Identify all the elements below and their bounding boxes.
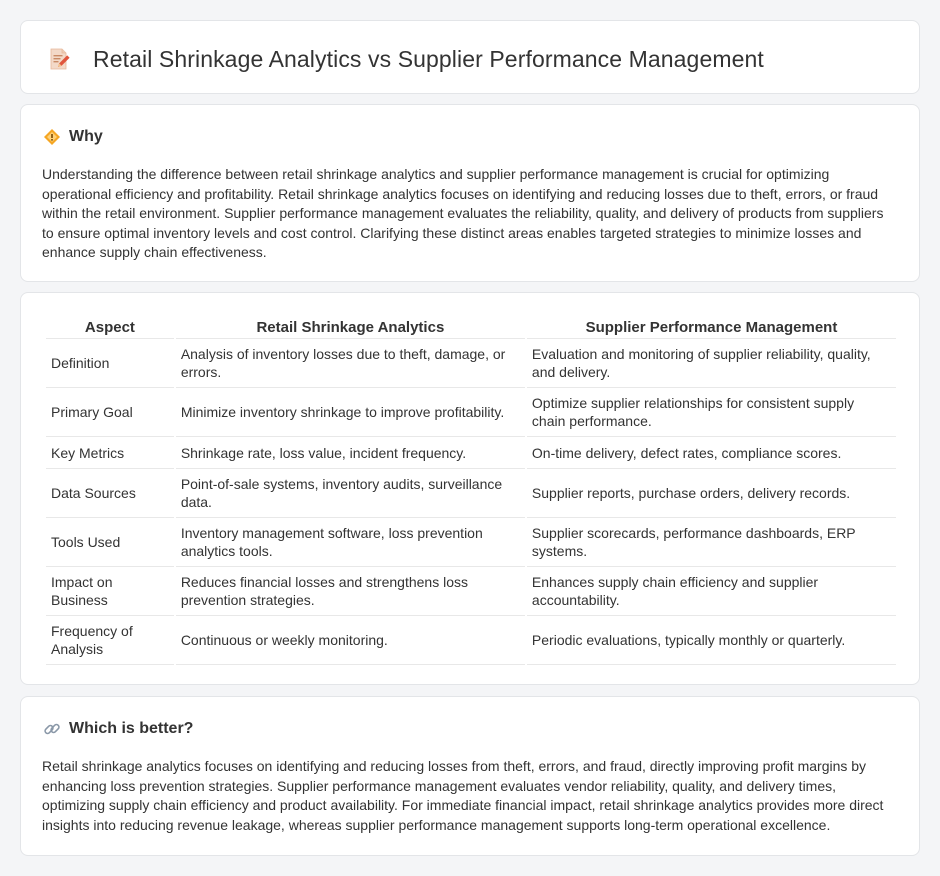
- diamond-warning-icon: [43, 128, 61, 146]
- row-aspect: Frequency of Analysis: [46, 616, 174, 665]
- table-row: Primary Goal Minimize inventory shrinkag…: [46, 388, 896, 437]
- row-aspect: Primary Goal: [46, 388, 174, 437]
- row-aspect: Impact on Business: [46, 567, 174, 616]
- document-pencil-icon: [47, 47, 71, 71]
- why-section: Why Understanding the difference between…: [20, 104, 920, 282]
- row-retail-value: Continuous or weekly monitoring.: [175, 616, 525, 665]
- row-supplier-value: Optimize supplier relationships for cons…: [526, 388, 896, 437]
- row-retail-value: Inventory management software, loss prev…: [175, 518, 525, 567]
- why-text: Understanding the difference between ret…: [42, 166, 884, 261]
- table-row: Key Metrics Shrinkage rate, loss value, …: [46, 437, 896, 469]
- table-row: Data Sources Point-of-sale systems, inve…: [46, 469, 896, 518]
- row-aspect: Key Metrics: [46, 437, 174, 469]
- comparison-table: Aspect Retail Shrinkage Analytics Suppli…: [44, 315, 898, 665]
- row-supplier-value: On-time delivery, defect rates, complian…: [526, 437, 896, 469]
- table-row: Tools Used Inventory management software…: [46, 518, 896, 567]
- comparison-section: Aspect Retail Shrinkage Analytics Suppli…: [20, 292, 920, 685]
- better-heading: Which is better?: [43, 719, 193, 739]
- row-supplier-value: Supplier scorecards, performance dashboa…: [526, 518, 896, 567]
- row-retail-value: Reduces financial losses and strengthens…: [175, 567, 525, 616]
- row-aspect: Data Sources: [46, 469, 174, 518]
- title-row: Retail Shrinkage Analytics vs Supplier P…: [47, 46, 764, 72]
- row-retail-value: Minimize inventory shrinkage to improve …: [175, 388, 525, 437]
- row-supplier-value: Evaluation and monitoring of supplier re…: [526, 339, 896, 388]
- header-retail-shrinkage: Retail Shrinkage Analytics: [175, 315, 525, 339]
- table-row: Impact on Business Reduces financial los…: [46, 567, 896, 616]
- table-row: Definition Analysis of inventory losses …: [46, 339, 896, 388]
- table-header-row: Aspect Retail Shrinkage Analytics Suppli…: [46, 315, 896, 339]
- header-aspect: Aspect: [46, 315, 174, 339]
- why-title: Why: [69, 128, 103, 145]
- header-supplier-performance: Supplier Performance Management: [526, 315, 896, 339]
- row-aspect: Definition: [46, 339, 174, 388]
- row-retail-value: Point-of-sale systems, inventory audits,…: [175, 469, 525, 518]
- better-text: Retail shrinkage analytics focuses on id…: [42, 758, 884, 833]
- row-retail-value: Analysis of inventory losses due to thef…: [175, 339, 525, 388]
- row-supplier-value: Enhances supply chain efficiency and sup…: [526, 567, 896, 616]
- link-icon: [43, 720, 61, 738]
- page-title: Retail Shrinkage Analytics vs Supplier P…: [93, 46, 764, 72]
- row-supplier-value: Supplier reports, purchase orders, deliv…: [526, 469, 896, 518]
- why-heading: Why: [43, 127, 103, 147]
- table-row: Frequency of Analysis Continuous or week…: [46, 616, 896, 665]
- better-title: Which is better?: [69, 720, 194, 737]
- row-aspect: Tools Used: [46, 518, 174, 567]
- row-supplier-value: Periodic evaluations, typically monthly …: [526, 616, 896, 665]
- row-retail-value: Shrinkage rate, loss value, incident fre…: [175, 437, 525, 469]
- which-is-better-section: Which is better? Retail shrinkage analyt…: [20, 696, 920, 856]
- header-card: Retail Shrinkage Analytics vs Supplier P…: [20, 20, 920, 94]
